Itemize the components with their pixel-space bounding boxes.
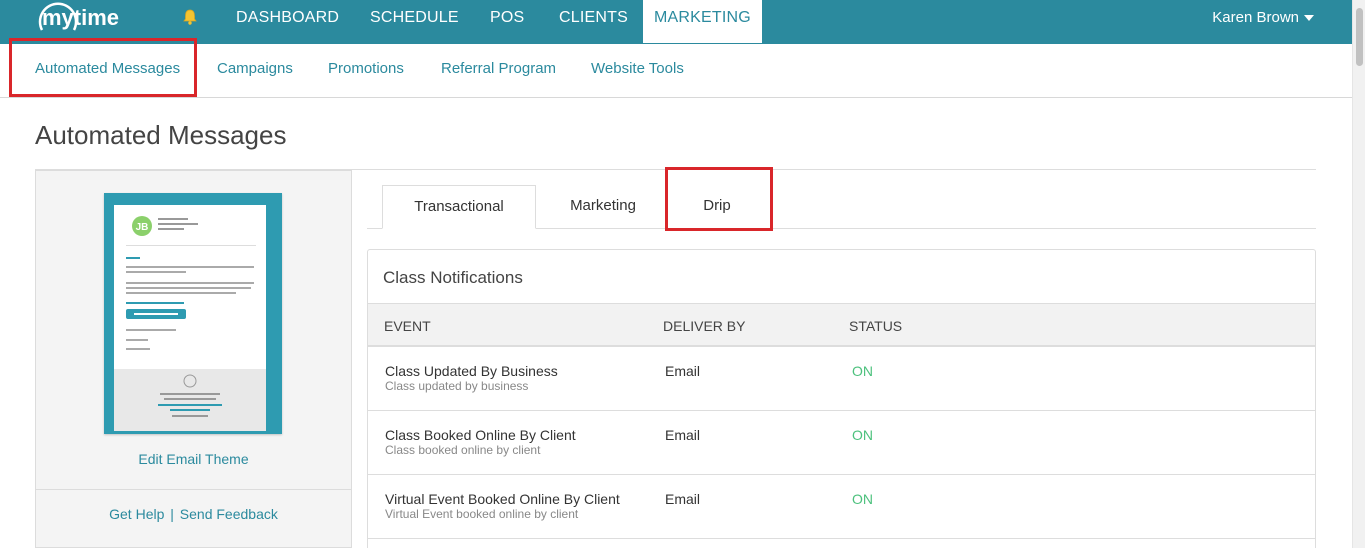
- user-menu[interactable]: Karen Brown: [1212, 0, 1314, 35]
- user-name: Karen Brown: [1212, 9, 1299, 26]
- page-scrollbar[interactable]: [1352, 0, 1365, 548]
- email-preview-content: JB: [126, 216, 256, 350]
- subnav-promotions[interactable]: Promotions: [328, 60, 404, 77]
- top-nav-bar: mytime DASHBOARD SCHEDULE POS CLIENTS MA…: [0, 0, 1352, 44]
- table-row[interactable]: Class Updated By Business Class updated …: [368, 347, 1315, 411]
- card-title: Class Notifications: [383, 268, 523, 287]
- email-preview-footer: [114, 369, 266, 431]
- deliver-by: Email: [665, 363, 701, 379]
- status-toggle[interactable]: ON: [852, 427, 873, 443]
- edit-email-theme-link[interactable]: Edit Email Theme: [36, 451, 351, 467]
- nav-clients[interactable]: CLIENTS: [559, 0, 628, 44]
- get-help-link[interactable]: Get Help: [109, 506, 164, 522]
- column-header-deliver-by: DELIVER BY: [663, 318, 746, 334]
- event-description: Virtual Event booked online by client: [385, 507, 579, 521]
- event-name[interactable]: Class Booked Online By Client: [385, 427, 576, 443]
- column-header-event: EVENT: [384, 318, 431, 334]
- event-name[interactable]: Virtual Event Booked Online By Client: [385, 491, 620, 507]
- page-title: Automated Messages: [35, 120, 287, 150]
- nav-dashboard[interactable]: DASHBOARD: [236, 0, 339, 44]
- column-header-status: STATUS: [849, 318, 903, 334]
- mytime-logo[interactable]: mytime: [36, 0, 140, 38]
- link-separator: |: [170, 506, 174, 522]
- highlight-box-drip: [665, 167, 773, 231]
- subnav-campaigns[interactable]: Campaigns: [217, 60, 293, 77]
- event-description: Class updated by business: [385, 379, 529, 393]
- status-toggle[interactable]: ON: [852, 491, 873, 507]
- highlight-box-automated-messages: [9, 38, 197, 97]
- deliver-by: Email: [665, 427, 701, 443]
- email-theme-panel: JB Edit Email Theme Get Help | Send Feed…: [35, 170, 352, 548]
- event-description: Class booked online by client: [385, 443, 541, 457]
- class-notifications-card: Class Notifications EVENT DELIVER BY STA…: [367, 249, 1316, 548]
- event-name[interactable]: Class Updated By Business: [385, 363, 558, 379]
- panel-divider: [36, 489, 351, 490]
- tab-marketing[interactable]: Marketing: [536, 185, 670, 229]
- svg-text:JB: JB: [136, 222, 149, 233]
- table-row[interactable]: Virtual Event Booked Online By Client Vi…: [368, 475, 1315, 539]
- help-links: Get Help | Send Feedback: [36, 506, 351, 522]
- status-toggle[interactable]: ON: [852, 363, 873, 379]
- tab-transactional[interactable]: Transactional: [382, 185, 536, 229]
- table-header: EVENT DELIVER BY STATUS: [368, 303, 1315, 347]
- bell-icon[interactable]: [181, 8, 199, 26]
- email-theme-preview[interactable]: JB: [104, 193, 282, 434]
- logo-text: mytime: [42, 5, 119, 30]
- email-preview-page: JB: [114, 205, 266, 431]
- scrollbar-thumb[interactable]: [1356, 8, 1363, 66]
- send-feedback-link[interactable]: Send Feedback: [180, 506, 278, 522]
- chevron-down-icon: [1304, 15, 1314, 22]
- nav-pos[interactable]: POS: [490, 0, 524, 44]
- nav-marketing[interactable]: MARKETING: [643, 0, 762, 43]
- nav-schedule[interactable]: SCHEDULE: [370, 0, 459, 44]
- subnav-website-tools[interactable]: Website Tools: [591, 60, 684, 77]
- table-row[interactable]: Class Booked Online By Client Class book…: [368, 411, 1315, 475]
- deliver-by: Email: [665, 491, 701, 507]
- sub-nav: Automated Messages Campaigns Promotions …: [0, 44, 1352, 98]
- subnav-referral-program[interactable]: Referral Program: [441, 60, 556, 77]
